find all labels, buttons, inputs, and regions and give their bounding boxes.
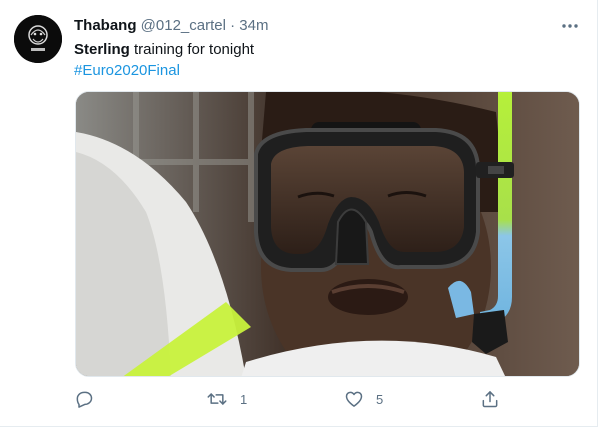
- tweet-header: Thabang @012_cartel · 34m: [74, 16, 268, 36]
- tweet-text-rest: training for tonight: [129, 41, 255, 58]
- like-button[interactable]: 5: [344, 389, 383, 409]
- more-horizontal-icon: [562, 24, 578, 28]
- heart-icon: [345, 391, 363, 407]
- reply-icon: [76, 391, 93, 408]
- like-count: 5: [376, 391, 384, 407]
- reply-button[interactable]: [74, 389, 94, 409]
- hashtag-link[interactable]: #Euro2020Final: [74, 61, 180, 81]
- share-icon: [482, 391, 498, 408]
- tweet-actions: 1 5: [74, 389, 504, 409]
- author-name[interactable]: Thabang: [74, 17, 137, 34]
- separator-dot: ·: [230, 17, 236, 34]
- avatar-logo: [14, 15, 62, 63]
- share-button[interactable]: [480, 389, 500, 409]
- retweet-icon: [207, 393, 227, 405]
- retweet-count: 1: [240, 391, 248, 407]
- author-handle[interactable]: @012_cartel: [141, 17, 226, 34]
- timestamp[interactable]: 34m: [239, 17, 268, 34]
- more-button[interactable]: [558, 16, 582, 36]
- tweet-image[interactable]: [75, 91, 580, 377]
- avatar[interactable]: [14, 15, 62, 63]
- tweet-card[interactable]: Thabang @012_cartel · 34m Sterling train…: [0, 0, 598, 427]
- meme-image: [76, 92, 579, 376]
- tweet-text: Sterling training for tonight: [74, 40, 254, 60]
- retweet-button[interactable]: 1: [206, 389, 247, 409]
- tweet-text-bold: Sterling: [74, 41, 130, 58]
